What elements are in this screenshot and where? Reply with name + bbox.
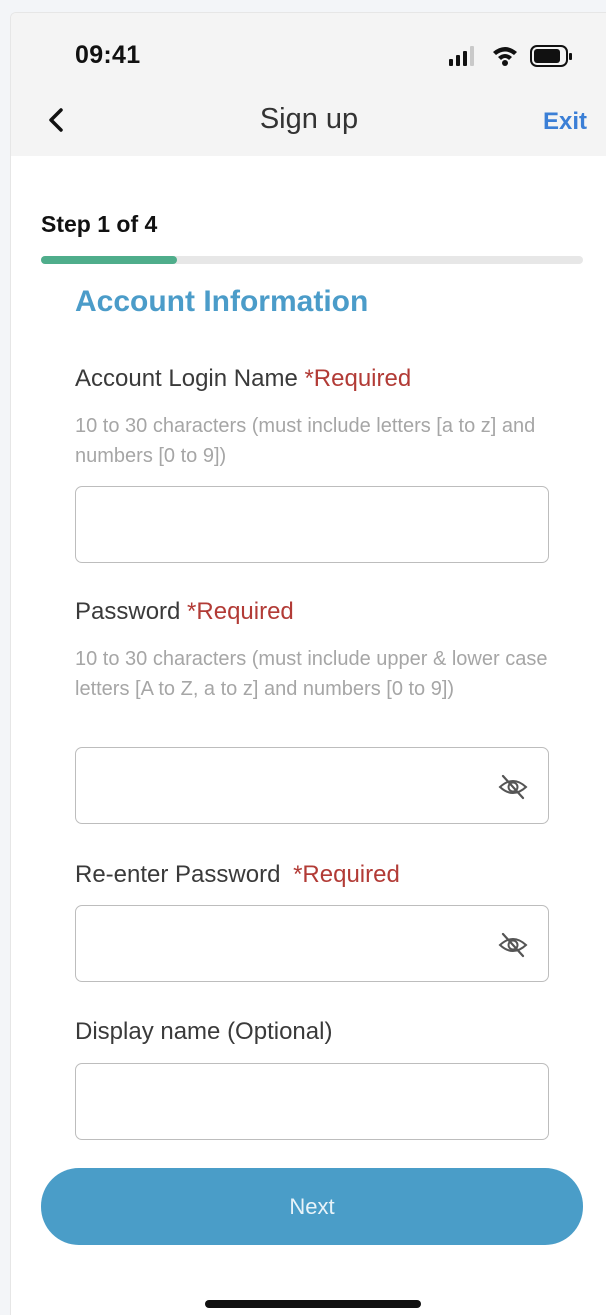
required-badge: *Required	[304, 365, 412, 392]
next-button[interactable]: Next	[41, 1168, 583, 1245]
exit-button[interactable]: Exit	[543, 108, 587, 136]
reenter-password-input-box	[75, 905, 549, 982]
password-hint: 10 to 30 characters (must include upper …	[75, 648, 548, 700]
password-input-box	[75, 747, 549, 824]
required-badge: *Required	[187, 598, 294, 625]
status-icons	[449, 45, 572, 67]
reenter-password-input[interactable]	[76, 906, 548, 981]
header: 09:41 Sign up Exit	[11, 13, 606, 156]
login-name-label: Account Login Name *Required	[75, 365, 411, 393]
reenter-password-label-text: Re-enter Password	[75, 861, 281, 888]
step-label: Step 1 of 4	[41, 211, 158, 237]
status-time: 09:41	[75, 41, 141, 69]
display-name-input[interactable]	[76, 1064, 548, 1139]
eye-off-icon[interactable]	[498, 772, 528, 802]
eye-off-icon[interactable]	[498, 930, 528, 960]
reenter-password-label: Re-enter Password *Required	[75, 861, 400, 889]
password-label-text: Password	[75, 598, 181, 625]
required-badge: *Required	[293, 861, 400, 888]
cellular-signal-icon	[449, 46, 474, 66]
home-indicator	[205, 1300, 421, 1308]
login-name-label-text: Account Login Name	[75, 365, 298, 392]
section-title: Account Information	[75, 285, 369, 318]
password-input[interactable]	[76, 748, 548, 823]
page-title: Sign up	[259, 103, 359, 135]
display-name-input-box	[75, 1063, 549, 1140]
phone-screen: 09:41 Sign up Exit Step 1 of 4 Account I…	[10, 12, 606, 1315]
login-name-input-box	[75, 486, 549, 563]
battery-icon	[530, 45, 572, 67]
progress-bar	[41, 256, 583, 264]
login-name-input[interactable]	[76, 487, 548, 562]
password-label: Password *Required	[75, 598, 294, 626]
progress-fill	[41, 256, 177, 264]
wifi-icon	[493, 47, 517, 66]
login-name-hint: 10 to 30 characters (must include letter…	[75, 415, 536, 467]
display-name-label: Display name (Optional)	[75, 1018, 333, 1045]
